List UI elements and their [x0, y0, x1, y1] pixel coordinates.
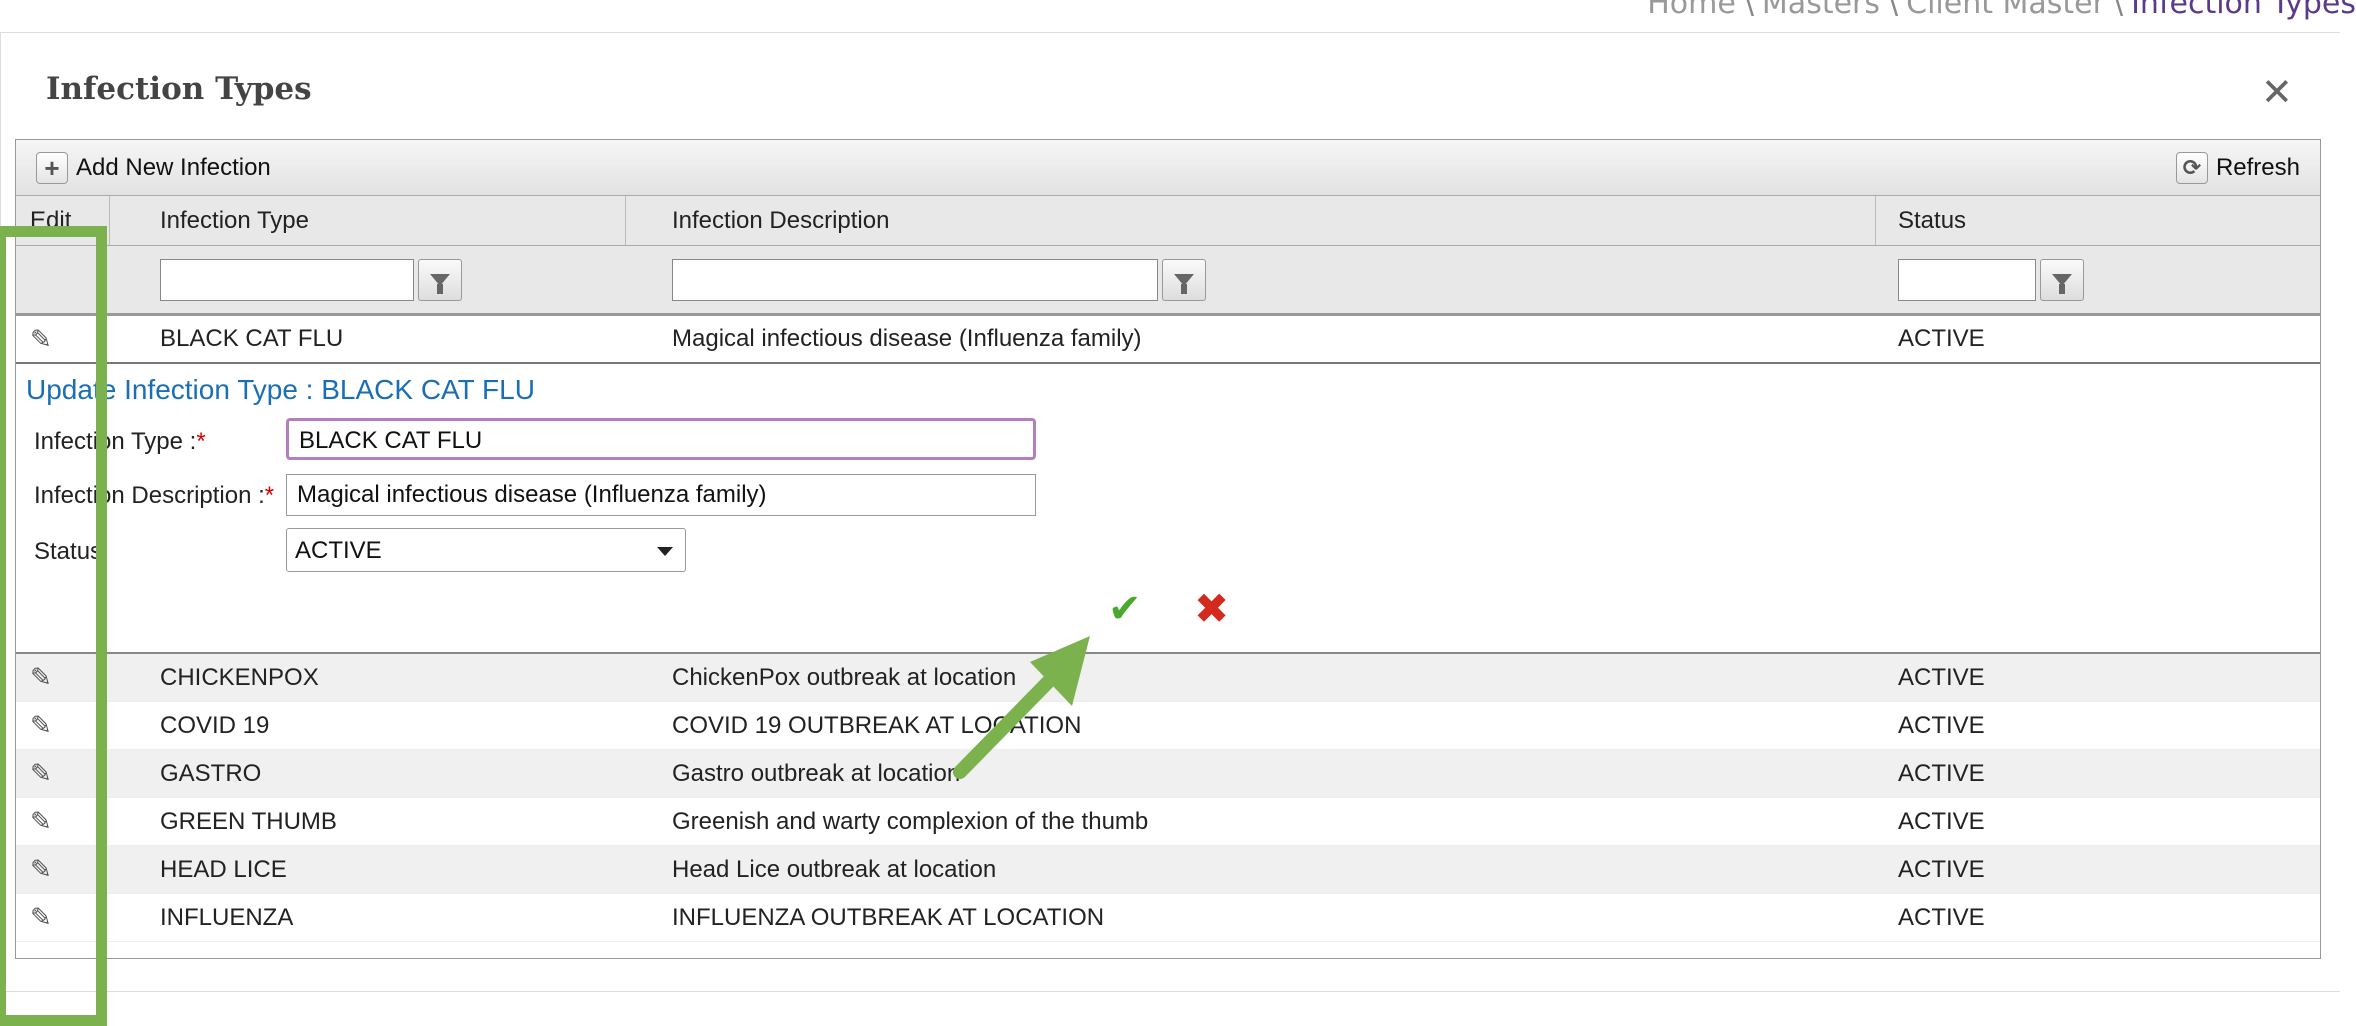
filter-status-button[interactable] [2040, 258, 2084, 301]
cell-status: ACTIVE [1898, 711, 1985, 739]
grid-header: Edit Infection Type Infection Descriptio… [16, 196, 2320, 246]
cell-infection-type: GREEN THUMB [160, 807, 337, 835]
filter-type-input[interactable] [160, 258, 414, 301]
infection-description-label: Infection Description :* [34, 482, 275, 509]
breadcrumb-home[interactable]: Home [1647, 0, 1736, 21]
pencil-icon[interactable]: ✎ [30, 662, 52, 693]
filter-type-button[interactable] [418, 258, 462, 301]
breadcrumb-client-master[interactable]: Client Master [1906, 0, 2105, 21]
pencil-icon[interactable]: ✎ [30, 758, 52, 789]
cell-infection-description: INFLUENZA OUTBREAK AT LOCATION [672, 903, 1105, 931]
cell-infection-description: ChickenPox outbreak at location [672, 663, 1017, 691]
cell-status: ACTIVE [1898, 759, 1985, 787]
table-row[interactable]: ✎ HEAD LICE Head Lice outbreak at location… [16, 846, 2320, 894]
cell-infection-description: Gastro outbreak at location [672, 759, 961, 787]
edit-infection-form: Update Infection Type : BLACK CAT FLU In… [16, 364, 2320, 654]
header-infection-type[interactable]: Infection Type [110, 196, 626, 245]
status-label: Status [34, 538, 103, 565]
header-edit: Edit [16, 196, 110, 245]
infection-description-field[interactable]: Magical infectious disease (Influenza fa… [286, 474, 1036, 516]
breadcrumb: Home \ Masters \ Client Master \ Infection Typ… [1647, 0, 2356, 21]
filter-description-cell [626, 246, 1876, 313]
breadcrumb-separator: \ [1888, 0, 1899, 21]
pencil-icon[interactable]: ✎ [30, 902, 52, 933]
header-status[interactable]: Status [1876, 196, 2320, 245]
cell-infection-type: COVID 19 [160, 711, 270, 739]
table-row[interactable]: ✎ CHICKENPOX ChickenPox outbreak at locati… [16, 654, 2320, 702]
cell-status: ACTIVE [1898, 855, 1985, 883]
close-icon[interactable]: ✕ [2261, 73, 2293, 111]
breadcrumb-separator: \ [2112, 0, 2124, 21]
red-x-icon[interactable]: ✖ [1194, 584, 1229, 633]
edit-cell: ✎ [16, 798, 110, 845]
cell-infection-type: HEAD LICE [160, 855, 287, 883]
refresh-icon: ⟳ [2175, 152, 2208, 184]
cell-infection-description: COVID 19 OUTBREAK AT LOCATION [672, 711, 1082, 739]
breadcrumb-current: Infection Types [2131, 0, 2356, 21]
filter-status-cell [1876, 246, 2320, 313]
edit-cell: ✎ [16, 316, 110, 362]
pencil-icon[interactable]: ✎ [30, 710, 52, 741]
refresh-button[interactable]: ⟳ Refresh [2175, 152, 2300, 184]
refresh-label: Refresh [2215, 154, 2300, 181]
status-select-value: ACTIVE [295, 537, 382, 564]
table-row-selected[interactable]: ✎ BLACK CAT FLU Magical infectious disea… [16, 316, 2320, 364]
infection-grid: + Add New Infection ⟳ Refresh Edit Infec… [15, 139, 2321, 959]
cell-status: ACTIVE [1898, 325, 1985, 352]
table-row[interactable]: ✎ COVID 19 COVID 19 OUTBREAK AT LOCATION AC… [16, 702, 2320, 750]
table-body: ✎ CHICKENPOX ChickenPox outbreak at locati… [16, 654, 2320, 942]
cell-infection-type: CHICKENPOX [160, 663, 319, 691]
breadcrumb-masters[interactable]: Masters [1762, 0, 1880, 21]
form-title: Update Infection Type : BLACK CAT FLU [26, 374, 535, 405]
edit-cell: ✎ [16, 702, 110, 749]
checkmark-icon[interactable]: ✔ [1108, 586, 1142, 632]
table-row[interactable]: ✎ GASTRO Gastro outbreak at location ACTIVE [16, 750, 2320, 798]
edit-cell: ✎ [16, 894, 110, 941]
infection-types-panel: Infection Types ✕ + Add New Infection ⟳ … [0, 32, 2340, 1026]
filter-row [16, 246, 2320, 316]
infection-type-label: Infection Type :* [34, 428, 206, 455]
filter-description-button[interactable] [1162, 258, 1206, 301]
filter-icon [1174, 273, 1194, 294]
required-mark: * [264, 482, 275, 509]
pencil-icon[interactable]: ✎ [30, 806, 52, 837]
cell-infection-type: GASTRO [160, 759, 262, 787]
edit-cell: ✎ [16, 846, 110, 893]
pencil-icon[interactable]: ✎ [30, 324, 52, 355]
filter-icon [430, 273, 450, 294]
chevron-down-icon [657, 547, 673, 556]
edit-cell: ✎ [16, 654, 110, 701]
cell-status: ACTIVE [1898, 903, 1985, 931]
filter-status-input[interactable] [1898, 258, 2036, 301]
table-row[interactable]: ✎ INFLUENZA INFLUENZA OUTBREAK AT LOCATION… [16, 894, 2320, 942]
cell-infection-description: Head Lice outbreak at location [672, 855, 997, 883]
filter-description-input[interactable] [672, 258, 1158, 301]
cell-status: ACTIVE [1898, 663, 1985, 691]
breadcrumb-separator: \ [1743, 0, 1754, 21]
cell-infection-description: Magical infectious disease (Influenza fa… [672, 325, 1142, 352]
filter-icon [2052, 273, 2072, 294]
cell-status: ACTIVE [1898, 807, 1985, 835]
add-new-infection-label: Add New Infection [76, 154, 271, 181]
panel-title: Infection Types [46, 71, 312, 107]
filter-type-cell [110, 246, 626, 313]
cell-infection-description: Greenish and warty complexion of the thu… [672, 807, 1149, 835]
status-select[interactable]: ACTIVE [286, 528, 686, 572]
cell-infection-type: BLACK CAT FLU [160, 325, 344, 352]
add-new-infection-button[interactable]: + Add New Infection [36, 152, 271, 184]
required-mark: * [196, 428, 206, 455]
grid-toolbar: + Add New Infection ⟳ Refresh [16, 140, 2320, 196]
plus-icon: + [36, 152, 68, 184]
table-row[interactable]: ✎ GREEN THUMB Greenish and warty complexio… [16, 798, 2320, 846]
pencil-icon[interactable]: ✎ [30, 854, 52, 885]
cell-infection-type: INFLUENZA [160, 903, 294, 931]
infection-type-field[interactable]: BLACK CAT FLU [286, 418, 1036, 460]
header-infection-description[interactable]: Infection Description [626, 196, 1876, 245]
edit-cell: ✎ [16, 750, 110, 797]
